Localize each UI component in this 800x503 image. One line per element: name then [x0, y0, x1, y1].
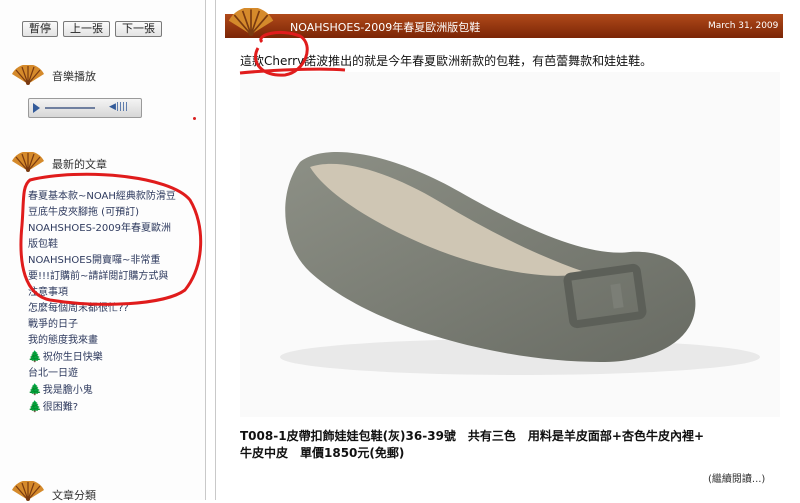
recent-post-title[interactable]: 我的態度我來畫 [28, 335, 98, 346]
recent-post-item[interactable]: 戰爭的日子 [28, 317, 176, 333]
fan-icon [228, 8, 274, 36]
recent-post-title[interactable]: 我是膽小鬼 [43, 385, 93, 396]
previous-button[interactable]: 上一張 [63, 21, 110, 37]
recent-post-item[interactable]: 怎麼每個周末都很忙?? [28, 301, 176, 317]
caption-line-1: T008-1皮帶扣飾娃娃包鞋(灰)36-39號 共有三色 用料是羊皮面部+杏色牛… [240, 429, 705, 443]
recent-post-title[interactable]: 怎麼每個周末都很忙?? [28, 303, 129, 314]
recent-post-title[interactable]: 豆底牛皮夾腳拖 (可預訂) [28, 207, 139, 218]
fan-icon [12, 152, 44, 172]
recent-post-item[interactable]: 注意事項 [28, 285, 176, 301]
sidebar-divider [205, 0, 206, 500]
tree-icon: 🌲 [28, 400, 42, 413]
recent-post-title[interactable]: 台北一日遊 [28, 368, 78, 379]
volume-icon[interactable]: ◀|||| [109, 102, 128, 112]
recent-posts-list: 春夏基本款~NOAH經典款防滑豆 豆底牛皮夾腳拖 (可預訂) NOAHSHOES-2… [28, 189, 176, 416]
recent-post-title[interactable]: 版包鞋 [28, 239, 58, 250]
post-date: March 31, 2009 [708, 21, 779, 31]
shoe-image [280, 152, 760, 375]
recent-post-title[interactable]: 春夏基本款~NOAH經典款防滑豆 [28, 191, 176, 202]
recent-post-item[interactable]: 🌲很困難? [28, 399, 176, 416]
recent-post-item[interactable]: 🌲祝你生日快樂 [28, 349, 176, 366]
recent-posts-heading: 最新的文章 [52, 158, 107, 171]
recent-post-item[interactable]: 台北一日遊 [28, 366, 176, 382]
product-image [240, 72, 780, 417]
play-icon[interactable] [33, 103, 40, 113]
recent-post-item[interactable]: 🌲我是膽小鬼 [28, 382, 176, 399]
tree-icon: 🌲 [28, 383, 42, 396]
recent-post-item[interactable]: 豆底牛皮夾腳拖 (可預訂) [28, 205, 176, 221]
recent-post-title[interactable]: 祝你生日快樂 [43, 352, 103, 363]
red-dot [193, 117, 196, 120]
audio-player[interactable]: ◀|||| [28, 98, 142, 118]
recent-post-item[interactable]: 春夏基本款~NOAH經典款防滑豆 [28, 189, 176, 205]
fan-icon [12, 481, 44, 501]
content-divider [215, 0, 216, 500]
fan-icon [12, 65, 44, 85]
pause-button[interactable]: 暫停 [22, 21, 58, 37]
recent-post-item[interactable]: NOAHSHOES開賣囉~非常重 [28, 253, 176, 269]
recent-post-title[interactable]: 要!!!訂購前~請詳閱訂購方式與 [28, 271, 168, 282]
product-caption: T008-1皮帶扣飾娃娃包鞋(灰)36-39號 共有三色 用料是羊皮面部+杏色牛… [240, 428, 780, 462]
recent-post-title[interactable]: NOAHSHOES-2009年春夏歐洲 [28, 223, 171, 234]
recent-post-item[interactable]: NOAHSHOES-2009年春夏歐洲 [28, 221, 176, 237]
recent-post-title[interactable]: 注意事項 [28, 287, 68, 298]
read-more-link[interactable]: (繼續閱讀...) [708, 470, 765, 485]
recent-post-title[interactable]: 戰爭的日子 [28, 319, 78, 330]
caption-line-2: 牛皮中皮 單價1850元(免郵) [240, 446, 405, 460]
post-intro: 這款Cherry諾波推出的就是今年春夏歐洲新款的包鞋，有芭蕾舞款和娃娃鞋。 [240, 54, 653, 68]
recent-post-title[interactable]: NOAHSHOES開賣囉~非常重 [28, 255, 160, 266]
recent-post-item[interactable]: 版包鞋 [28, 237, 176, 253]
recent-post-item[interactable]: 要!!!訂購前~請詳閱訂購方式與 [28, 269, 176, 285]
recent-post-item[interactable]: 我的態度我來畫 [28, 333, 176, 349]
slideshow-controls: 暫停 上一張 下一張 [22, 21, 162, 37]
next-button[interactable]: 下一張 [115, 21, 162, 37]
music-heading: 音樂播放 [52, 70, 96, 83]
recent-post-title[interactable]: 很困難? [43, 402, 78, 413]
tree-icon: 🌲 [28, 350, 42, 363]
category-heading: 文章分類 [52, 489, 96, 502]
progress-track[interactable] [45, 107, 95, 109]
post-title[interactable]: NOAHSHOES-2009年春夏歐洲版包鞋 [290, 19, 480, 35]
